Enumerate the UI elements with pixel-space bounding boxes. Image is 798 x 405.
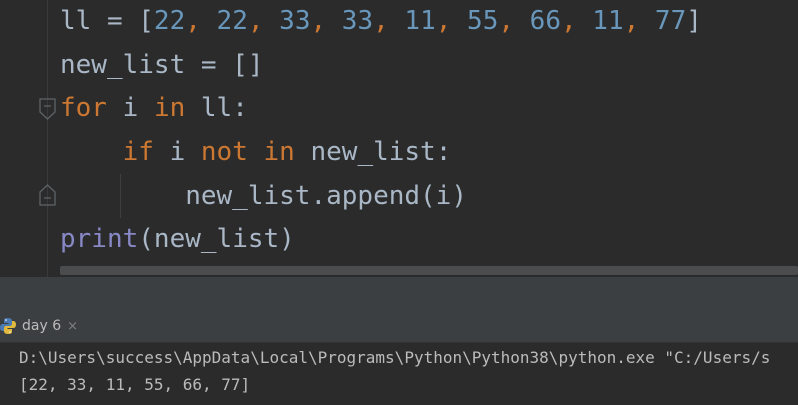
code-token: 55 (467, 6, 499, 36)
code-token: , (498, 6, 530, 36)
fold-end-icon[interactable] (39, 184, 56, 206)
code-token: in (153, 93, 186, 123)
code-token: , (185, 6, 217, 36)
run-panel-header: day 6 × (0, 310, 798, 343)
code-token: (new_list) (138, 224, 295, 254)
code-token: 77 (654, 6, 687, 36)
code-token: 66 (529, 6, 561, 36)
code-token: if (122, 137, 154, 167)
code-token: ll: (185, 93, 248, 123)
run-tab[interactable]: day 6 × (0, 310, 78, 342)
code-token: , (560, 6, 593, 36)
code-token: i (153, 137, 201, 167)
code-line-4[interactable]: if i not in new_list: (60, 132, 452, 172)
code-token: ll = [ (60, 6, 154, 36)
code-token: new_list: (294, 137, 452, 167)
code-token: for (60, 93, 107, 123)
code-line-2[interactable]: new_list = [] (60, 45, 264, 85)
python-icon (0, 317, 16, 335)
code-line-5[interactable]: new_list.append(i) (60, 176, 467, 216)
gutter-divider (47, 0, 48, 277)
run-console[interactable]: D:\Users\success\AppData\Local\Programs\… (0, 343, 798, 405)
code-line-3[interactable]: for i in ll: (60, 88, 248, 128)
code-token: , (623, 6, 655, 36)
code-token: 22 (153, 6, 186, 36)
code-editor[interactable]: ll = [22, 22, 33, 33, 11, 55, 66, 11, 77… (0, 0, 798, 277)
code-token: 11 (404, 6, 436, 36)
code-token: not in (200, 137, 295, 167)
console-output-line: [22, 33, 11, 55, 66, 77] (19, 375, 251, 394)
code-token: 11 (592, 6, 624, 36)
code-line-1[interactable]: ll = [22, 22, 33, 33, 11, 55, 66, 11, 77… (60, 1, 702, 41)
fold-toggle-icon[interactable] (39, 98, 56, 120)
code-token: ] (686, 6, 702, 36)
tool-window-separator (0, 277, 798, 310)
code-token: 33 (341, 6, 374, 36)
close-icon[interactable]: × (67, 319, 78, 334)
code-token: new_list = [] (60, 50, 264, 80)
code-token: , (247, 6, 280, 36)
run-tab-label: day 6 (22, 318, 62, 334)
code-token: new_list.append(i) (60, 181, 467, 211)
horizontal-scrollbar[interactable] (60, 266, 798, 275)
code-token: , (310, 6, 342, 36)
code-line-6[interactable]: print(new_list) (60, 219, 295, 259)
code-token: , (373, 6, 405, 36)
code-token: 33 (279, 6, 311, 36)
code-token: , (435, 6, 468, 36)
code-token: i (106, 93, 154, 123)
console-command-line: D:\Users\success\AppData\Local\Programs\… (19, 348, 771, 367)
code-token: print (60, 224, 139, 254)
code-token: 22 (216, 6, 248, 36)
